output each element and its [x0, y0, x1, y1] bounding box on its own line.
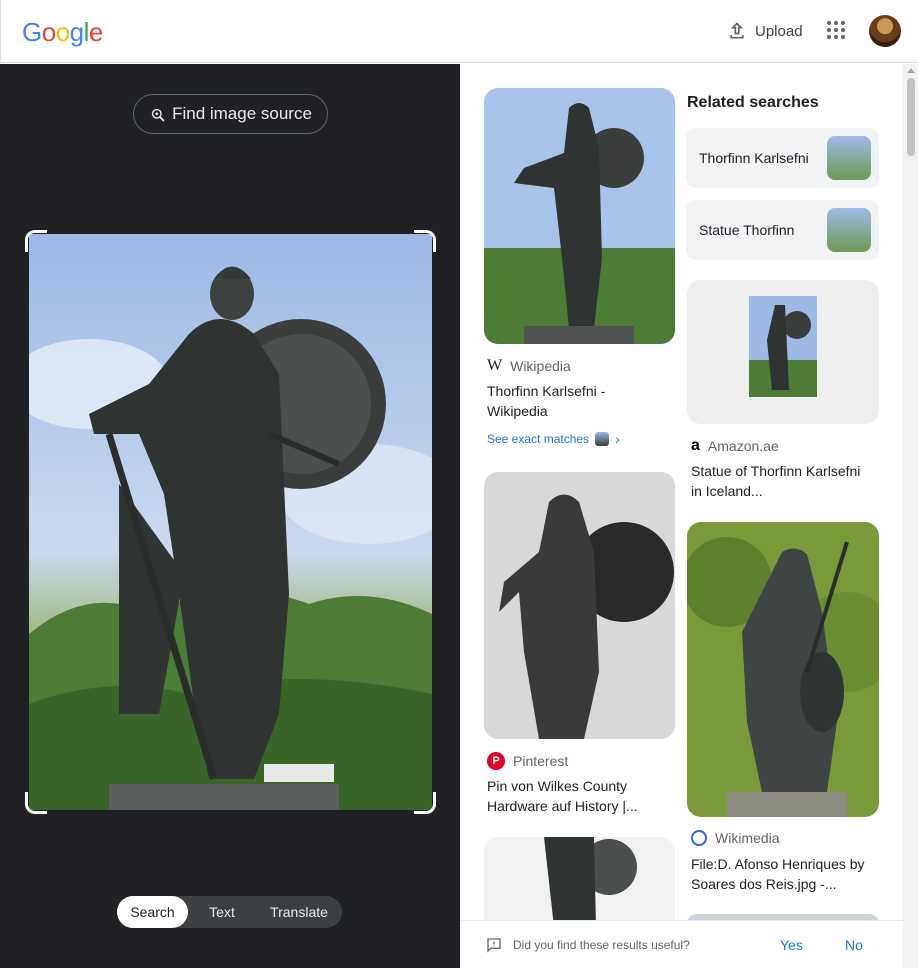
scrollbar[interactable] — [903, 64, 918, 968]
apps-grid-icon[interactable] — [827, 21, 847, 41]
logo-letter: G — [22, 17, 42, 47]
related-searches-heading: Related searches — [687, 94, 819, 111]
top-bar: Google Upload — [0, 0, 918, 63]
source-name: Wikimedia — [715, 830, 780, 846]
result-image[interactable] — [484, 472, 675, 739]
related-search-label: Thorfinn Karlsefni — [699, 150, 809, 166]
mode-switcher: Search Text Translate — [117, 896, 342, 928]
match-thumb-icon — [595, 432, 610, 446]
upload-icon — [730, 22, 744, 39]
result-title[interactable]: Pin von Wilkes County Hardware auf Histo… — [487, 776, 667, 816]
result-title[interactable]: File:D. Afonso Henriques by Soares dos R… — [691, 854, 871, 894]
scroll-thumb[interactable] — [907, 78, 915, 156]
result-source: a Amazon.ae — [691, 437, 779, 455]
logo-letter: o — [41, 17, 56, 47]
avatar[interactable] — [869, 15, 901, 47]
result-image[interactable] — [484, 88, 675, 344]
logo-letter: o — [55, 17, 70, 47]
mode-translate-tab[interactable]: Translate — [256, 896, 342, 928]
mode-search-tab[interactable]: Search — [117, 896, 188, 928]
see-exact-matches-link[interactable]: See exact matches › — [487, 431, 620, 447]
logo-letter: e — [88, 17, 103, 47]
feedback-icon — [487, 938, 501, 953]
result-image[interactable] — [687, 280, 879, 424]
source-name: Wikipedia — [510, 358, 571, 374]
related-search-item[interactable]: Statue Thorfinn — [686, 200, 879, 260]
source-name: Pinterest — [513, 753, 569, 769]
result-title[interactable]: Statue of Thorfinn Karlsefni in Iceland.… — [691, 461, 871, 501]
wikimedia-icon — [691, 830, 707, 846]
related-search-item[interactable]: Thorfinn Karlsefni — [686, 128, 879, 188]
pinterest-icon: P — [487, 752, 505, 770]
result-source: P Pinterest — [487, 752, 568, 770]
chevron-right-icon: › — [615, 431, 620, 447]
logo-letter: g — [69, 17, 84, 47]
result-title[interactable]: Thorfinn Karlsefni - Wikipedia — [487, 381, 667, 421]
feedback-yes-button[interactable]: Yes — [780, 937, 803, 953]
result-image[interactable] — [484, 837, 675, 927]
find-image-source-label: Find image source — [172, 104, 312, 123]
related-search-label: Statue Thorfinn — [699, 222, 795, 238]
source-name: Amazon.ae — [707, 438, 779, 454]
amazon-icon: a — [691, 437, 700, 454]
see-matches-label: See exact matches — [487, 432, 590, 446]
related-search-thumb — [827, 208, 871, 252]
upload-button[interactable]: Upload — [727, 18, 803, 44]
image-panel: Find image source Search Text Translate — [0, 64, 460, 968]
lens-search-icon — [151, 108, 165, 121]
feedback-no-button[interactable]: No — [845, 937, 863, 953]
feedback-bar: Did you find these results useful? Yes N… — [460, 920, 903, 968]
result-source: Wikimedia — [691, 830, 780, 846]
result-image[interactable] — [687, 522, 879, 817]
upload-label: Upload — [755, 22, 803, 40]
wikipedia-icon: W — [487, 357, 503, 374]
find-image-source-button[interactable]: Find image source — [133, 94, 328, 134]
google-logo[interactable]: Google — [22, 17, 103, 48]
selected-image-frame[interactable] — [25, 230, 436, 814]
statue-photo — [29, 234, 432, 810]
feedback-question: Did you find these results useful? — [513, 938, 690, 952]
mode-text-tab[interactable]: Text — [188, 896, 256, 928]
result-source: W Wikipedia — [487, 357, 571, 375]
related-search-thumb — [827, 136, 871, 180]
